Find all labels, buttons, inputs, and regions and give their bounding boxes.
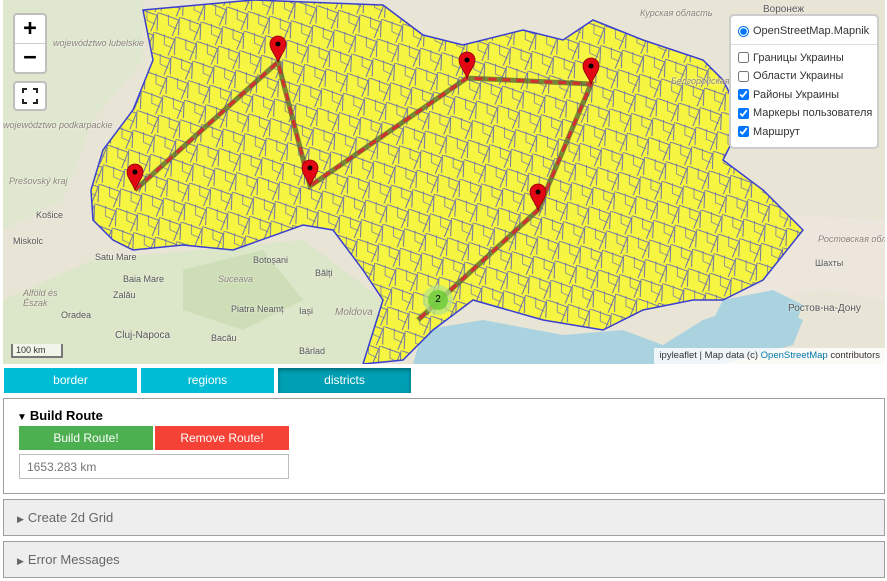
overlay-label: Маршрут: [753, 125, 800, 138]
map-pin-marker[interactable]: [269, 35, 287, 64]
layers-control: OpenStreetMap.Mapnik Границы Украины Обл…: [729, 14, 879, 149]
osm-link[interactable]: OpenStreetMap: [761, 350, 828, 361]
overlay-label: Границы Украины: [753, 51, 844, 64]
overlay-option[interactable]: Маркеры пользователя: [737, 104, 873, 123]
build-route-button[interactable]: Build Route!: [19, 426, 153, 450]
create-grid-panel[interactable]: ▶ Create 2d Grid: [3, 499, 885, 536]
overlay-checkbox[interactable]: [738, 70, 749, 82]
map-view[interactable]: Курская область Воронеж Белгородская обл…: [3, 0, 885, 364]
zoom-control: + −: [13, 13, 47, 74]
overlay-option[interactable]: Районы Украины: [737, 86, 871, 105]
map-pin-marker[interactable]: [582, 57, 600, 86]
build-route-title: Build Route: [29, 408, 103, 423]
map-pin-marker[interactable]: [458, 51, 476, 80]
overlay-checkbox[interactable]: [738, 107, 749, 119]
fullscreen-button[interactable]: [13, 81, 47, 111]
cluster-count: 2: [435, 294, 441, 305]
toggle-districts[interactable]: districts: [278, 368, 411, 393]
distance-field[interactable]: [19, 454, 289, 479]
scale-bar: 100 km: [11, 344, 63, 358]
zoom-out-button[interactable]: −: [15, 43, 45, 72]
overlay-option[interactable]: Маршрут: [737, 123, 871, 142]
attribution-suffix: contributors: [827, 350, 880, 361]
overlay-checkbox[interactable]: [738, 126, 749, 138]
overlay-option[interactable]: Области Украины: [737, 67, 871, 86]
base-layer-label: OpenStreetMap.Mapnik: [753, 25, 870, 38]
overlay-label: Области Украины: [753, 70, 844, 83]
attribution: ipyleaflet | Map data (c) OpenStreetMap …: [654, 348, 885, 364]
overlay-checkbox[interactable]: [738, 89, 749, 101]
layer-toggle-group: border regions districts: [4, 368, 411, 393]
map-pin-marker[interactable]: [301, 159, 319, 188]
overlay-label: Маркеры пользователя: [753, 107, 873, 120]
caret-right-icon: ▶: [17, 514, 24, 524]
create-grid-title: Create 2d Grid: [27, 510, 114, 525]
build-route-header[interactable]: ▼ Build Route: [17, 408, 103, 423]
base-layer-option[interactable]: OpenStreetMap.Mapnik: [737, 22, 871, 41]
error-messages-panel[interactable]: ▶ Error Messages: [3, 541, 885, 578]
map-pin-marker[interactable]: [529, 183, 547, 212]
toggle-regions[interactable]: regions: [141, 368, 274, 393]
map-pin-marker[interactable]: [126, 163, 144, 192]
remove-route-button[interactable]: Remove Route!: [155, 426, 289, 450]
fullscreen-icon: [22, 88, 38, 104]
caret-down-icon: ▼: [17, 412, 27, 423]
toggle-border[interactable]: border: [4, 368, 137, 393]
overlay-option[interactable]: Границы Украины: [737, 49, 871, 68]
caret-right-icon: ▶: [17, 556, 24, 566]
error-messages-title: Error Messages: [27, 552, 120, 567]
overlay-label: Районы Украины: [753, 88, 840, 101]
zoom-in-button[interactable]: +: [15, 15, 45, 43]
base-layer-radio[interactable]: [738, 25, 749, 37]
overlay-checkbox[interactable]: [738, 52, 749, 64]
attribution-prefix: ipyleaflet | Map data (c): [659, 350, 761, 361]
